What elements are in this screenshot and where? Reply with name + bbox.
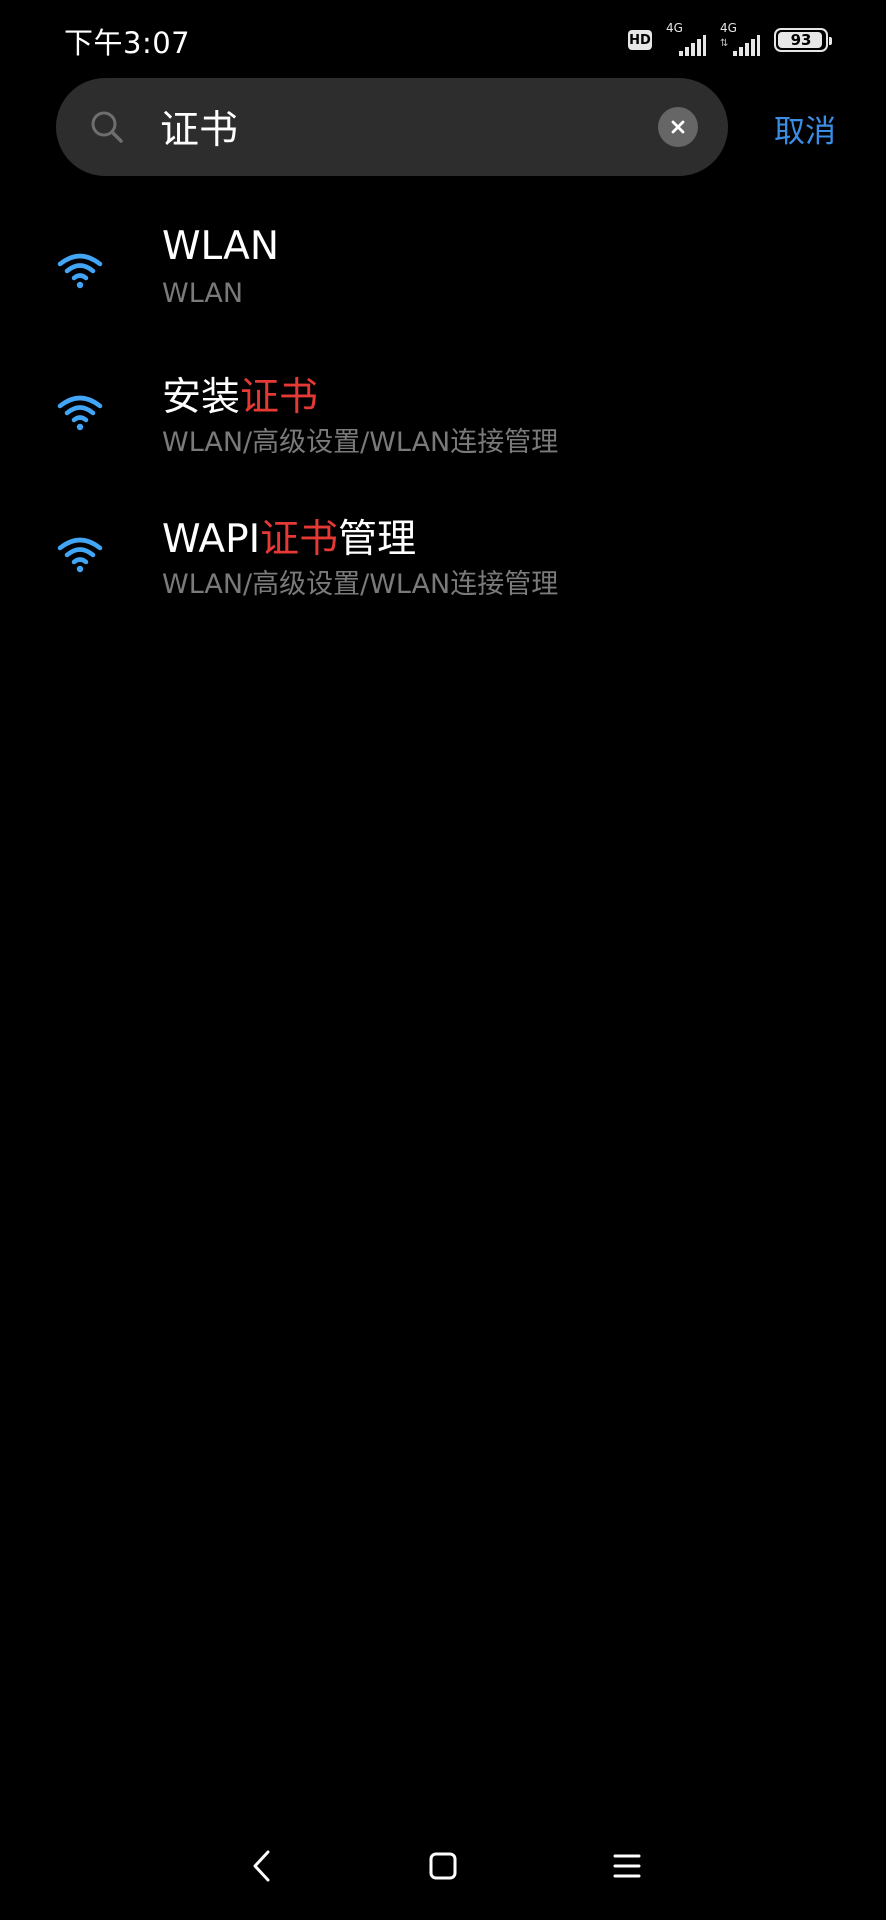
- back-button[interactable]: [240, 1844, 284, 1888]
- navigation-bar: [0, 1830, 886, 1902]
- menu-icon: [613, 1854, 641, 1878]
- result-title-text: 安装: [162, 375, 241, 420]
- sim2-network-label: 4G: [720, 21, 737, 35]
- sim1-network-label: 4G: [666, 21, 683, 35]
- list-item[interactable]: WLAN WLAN: [0, 210, 886, 350]
- status-icons: HD 4G 4G ⇅ 93: [628, 21, 832, 58]
- hd-voice-icon: HD: [628, 30, 652, 50]
- wifi-icon: [57, 395, 103, 431]
- sim1-signal-icon: 4G: [666, 21, 706, 56]
- result-title: WAPI证书管理: [162, 508, 416, 564]
- result-title-text: WLAN: [162, 224, 280, 269]
- result-title-text: WAPI: [162, 517, 261, 562]
- result-title: 安装证书: [162, 366, 318, 422]
- sim2-signal-icon: 4G ⇅: [720, 21, 760, 56]
- result-title-highlight: 证书: [240, 375, 319, 420]
- result-title-text-suffix: 管理: [338, 517, 417, 562]
- result-title: WLAN: [162, 224, 279, 269]
- home-button[interactable]: [421, 1844, 465, 1888]
- data-transfer-icon: ⇅: [720, 38, 729, 49]
- home-icon: [429, 1852, 457, 1880]
- status-time: 下午3:07: [64, 26, 191, 60]
- search-bar[interactable]: [56, 78, 728, 176]
- wifi-icon: [57, 253, 103, 289]
- result-path: WLAN: [162, 278, 244, 309]
- search-icon: [91, 111, 123, 143]
- result-path: WLAN/高级设置/WLAN连接管理: [162, 427, 559, 458]
- close-icon: [671, 120, 685, 134]
- list-item[interactable]: WAPI证书管理 WLAN/高级设置/WLAN连接管理: [0, 494, 886, 634]
- cancel-button[interactable]: 取消: [774, 106, 836, 151]
- wifi-icon: [57, 537, 103, 573]
- search-input[interactable]: [160, 98, 600, 156]
- battery-level: 93: [790, 31, 812, 49]
- list-item[interactable]: 安装证书 WLAN/高级设置/WLAN连接管理: [0, 352, 886, 492]
- battery-icon: 93: [774, 28, 832, 52]
- back-icon: [253, 1850, 270, 1882]
- result-path: WLAN/高级设置/WLAN连接管理: [162, 569, 559, 600]
- status-bar: 下午3:07 HD 4G 4G ⇅ 93: [0, 0, 886, 80]
- recent-apps-button[interactable]: [605, 1844, 649, 1888]
- result-title-highlight: 证书: [260, 517, 339, 562]
- clear-search-button[interactable]: [658, 107, 698, 147]
